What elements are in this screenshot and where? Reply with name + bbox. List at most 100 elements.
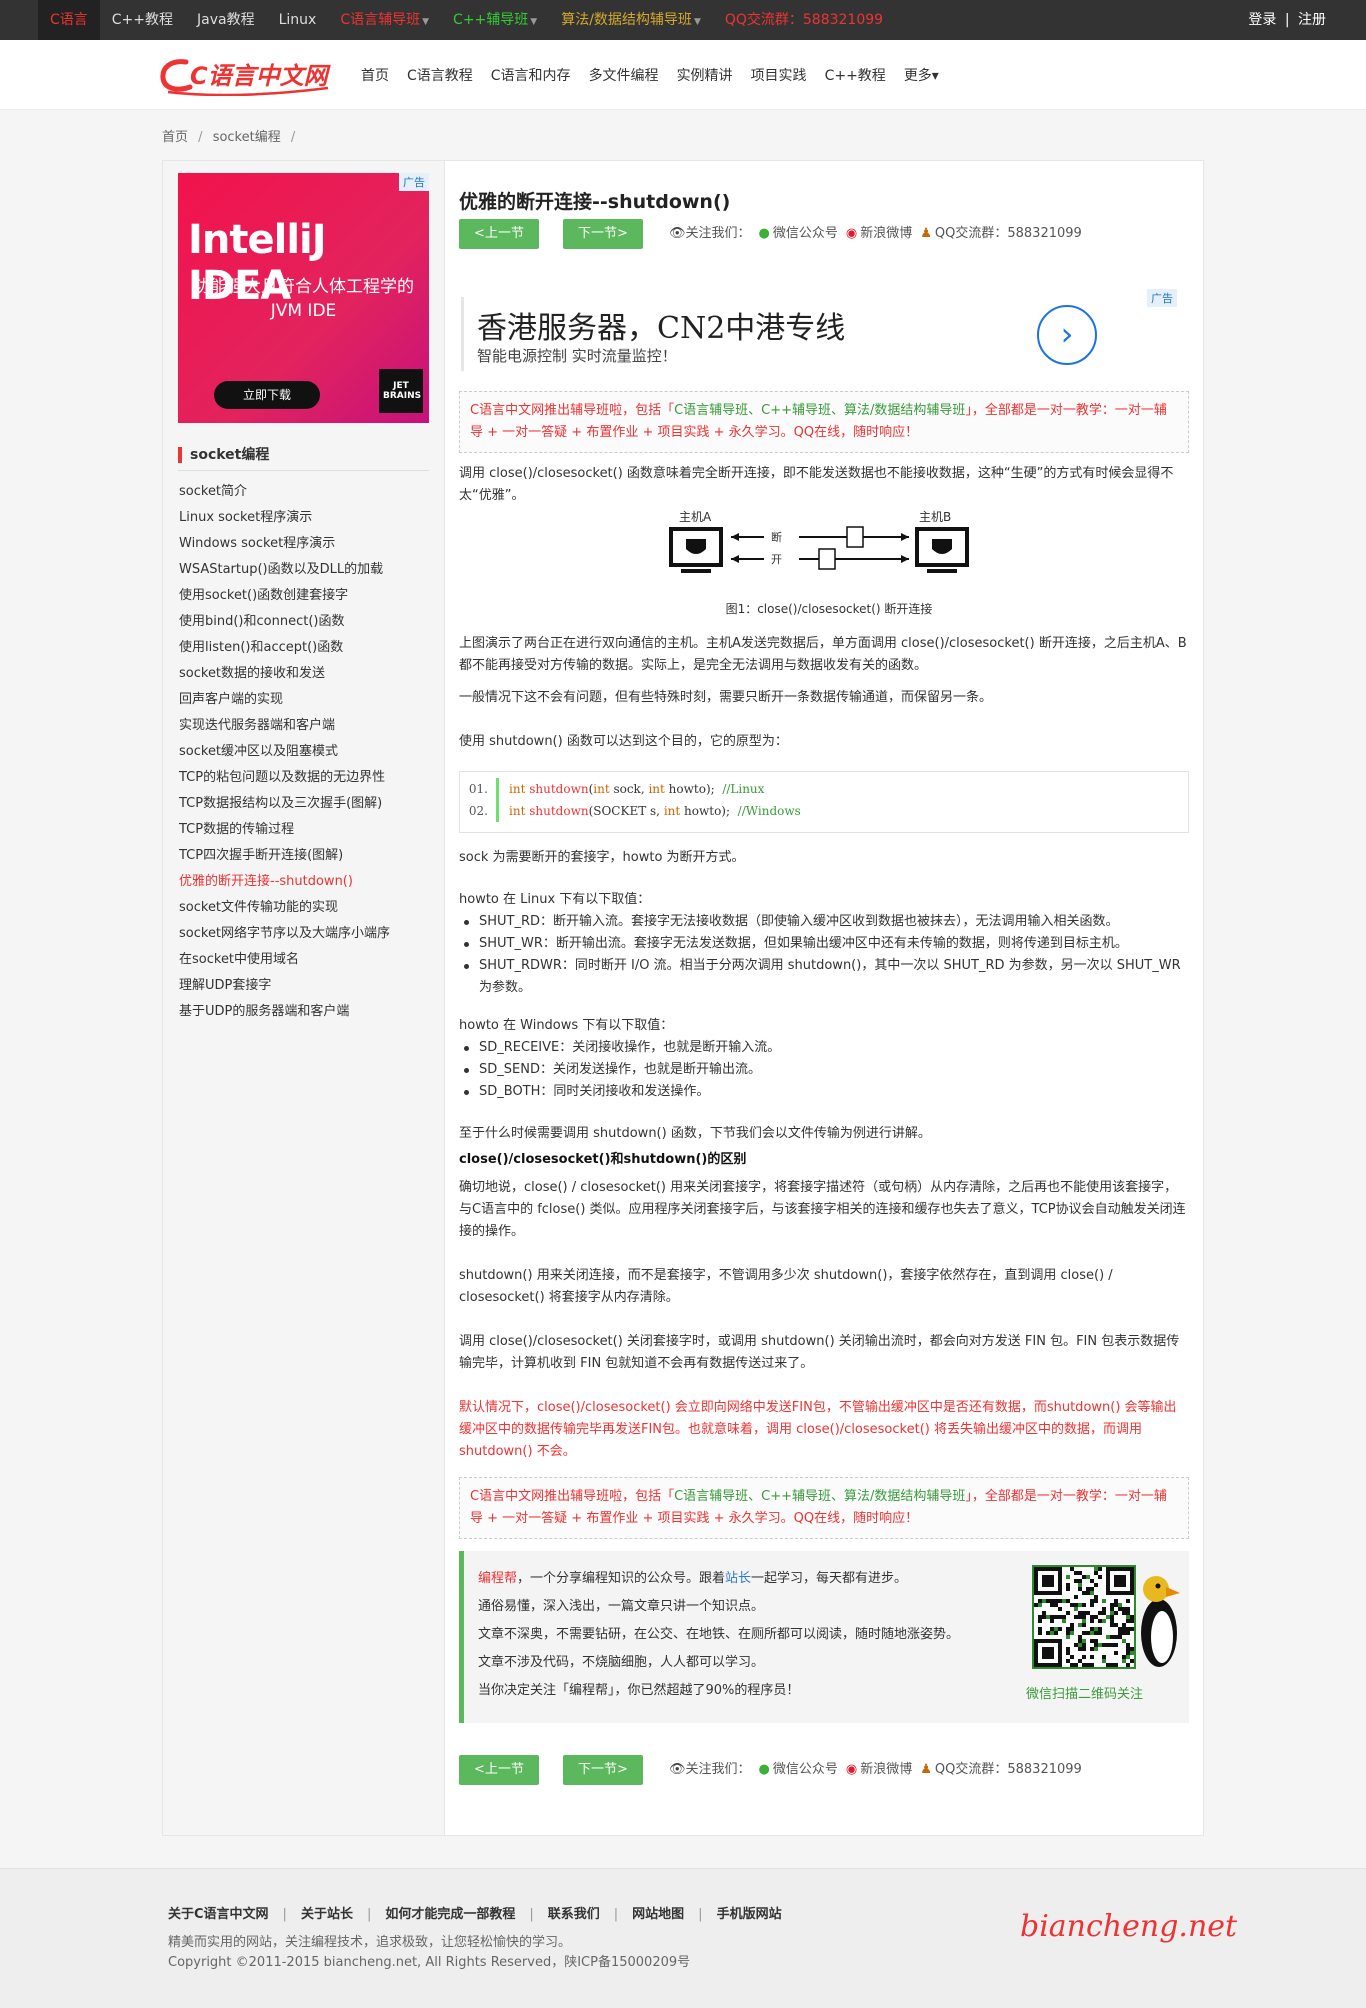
qr-module	[1042, 1615, 1046, 1619]
nav-examples[interactable]: 实例精讲	[668, 65, 742, 85]
sidebar-item[interactable]: socket数据的接收和发送	[179, 661, 439, 687]
sidebar-item[interactable]: Windows socket程序演示	[179, 531, 439, 557]
topbar-item-label: C++辅导班	[453, 12, 529, 28]
nav-home[interactable]: 首页	[352, 65, 398, 85]
footer-link[interactable]: 手机版网站	[717, 1907, 782, 1922]
qq-group-link[interactable]: QQ交流群：588321099	[935, 226, 1082, 241]
topbar-item-java[interactable]: Java教程	[185, 0, 267, 40]
nav-multifile[interactable]: 多文件编程	[580, 65, 668, 85]
register-link[interactable]: 注册	[1298, 12, 1326, 28]
top-banner-ad[interactable]: 香港服务器，CN2中港专线 智能电源控制 实时流量监控！ › 广告	[461, 289, 1187, 379]
line-number: 01.	[468, 782, 488, 796]
qr-module	[1050, 1603, 1054, 1607]
qr-module	[1122, 1607, 1126, 1611]
notice-link[interactable]: C语言辅导班、C++辅导班、算法/数据结构辅导班	[674, 1489, 965, 1504]
sidebar-item[interactable]: TCP数据的传输过程	[179, 817, 439, 843]
qq-group-link[interactable]: QQ交流群：588321099	[935, 1762, 1082, 1777]
wechat-link[interactable]: 微信公众号	[773, 1762, 838, 1777]
follow-bar: 👁关注我们： ● 微信公众号 ◉ 新浪微博 ♟ QQ交流群：588321099	[669, 219, 1082, 249]
article-title: 优雅的断开连接--shutdown()	[459, 191, 731, 213]
qr-module	[1098, 1643, 1102, 1647]
topbar-item-algo-class[interactable]: 算法/数据结构辅导班 ▼	[549, 0, 713, 40]
ad-download-button[interactable]: 立即下载	[214, 381, 320, 409]
topbar-item-c-class[interactable]: C语言辅导班 ▼	[328, 0, 441, 40]
notice-link[interactable]: C语言辅导班、C++辅导班、算法/数据结构辅导班	[674, 403, 965, 418]
qr-module	[1082, 1639, 1086, 1643]
sidebar-item[interactable]: WSAStartup()函数以及DLL的加载	[179, 557, 439, 583]
sidebar-item[interactable]: Linux socket程序演示	[179, 505, 439, 531]
code-token: int	[648, 782, 665, 796]
wechat-link[interactable]: 微信公众号	[773, 226, 838, 241]
breadcrumb-home[interactable]: 首页	[162, 130, 188, 145]
sidebar-item[interactable]: 使用listen()和accept()函数	[179, 635, 439, 661]
promo-admin-link[interactable]: 站长	[725, 1571, 751, 1586]
sidebar-item[interactable]: 使用bind()和connect()函数	[179, 609, 439, 635]
weibo-link[interactable]: 新浪微博	[860, 226, 912, 241]
next-button[interactable]: 下一节>	[563, 1755, 643, 1785]
qr-module	[1078, 1611, 1082, 1615]
footer-link[interactable]: 联系我们	[548, 1907, 600, 1922]
list-item: SD_BOTH：同时关闭接收和发送操作。	[459, 1081, 1189, 1103]
qr-module	[1126, 1619, 1130, 1623]
nav-projects[interactable]: 项目实践	[742, 65, 816, 85]
footer-link[interactable]: 关于C语言中文网	[168, 1907, 269, 1922]
qr-module	[1074, 1615, 1078, 1619]
nav-c-memory[interactable]: C语言和内存	[482, 65, 580, 85]
qr-module	[1078, 1623, 1082, 1627]
login-link[interactable]: 登录	[1248, 12, 1276, 28]
sidebar-item[interactable]: 基于UDP的服务器端和客户端	[179, 999, 439, 1025]
qr-module	[1086, 1587, 1090, 1591]
site-logo[interactable]: C语言中文网	[160, 54, 332, 96]
topbar-item-cpp[interactable]: C++教程	[100, 0, 185, 40]
breadcrumb-section[interactable]: socket编程	[213, 130, 281, 145]
chevron-right-icon[interactable]: ›	[1037, 305, 1097, 365]
sidebar-item[interactable]: 实现迭代服务器端和客户端	[179, 713, 439, 739]
list-item: SD_RECEIVE：关闭接收操作，也就是断开输入流。	[459, 1037, 1189, 1059]
sidebar-item-current[interactable]: 优雅的断开连接--shutdown()	[179, 869, 439, 895]
prev-button[interactable]: <上一节	[459, 219, 539, 249]
promo-brand-link[interactable]: 编程帮	[478, 1571, 517, 1586]
prev-button[interactable]: <上一节	[459, 1755, 539, 1785]
sidebar-item[interactable]: 使用socket()函数创建套接字	[179, 583, 439, 609]
disconnect-figure: 主机A 主机B 断 开 图1：close()/closesocket() 断开连…	[669, 510, 969, 616]
footer-link[interactable]: 关于站长	[301, 1907, 353, 1922]
qr-module	[1122, 1639, 1126, 1643]
code-token: int	[509, 804, 526, 818]
sidebar-item[interactable]: 理解UDP套接字	[179, 973, 439, 999]
qr-module	[1114, 1651, 1118, 1655]
qr-module	[1066, 1651, 1070, 1655]
footer-link[interactable]: 如何才能完成一部教程	[385, 1907, 515, 1922]
sidebar-item[interactable]: socket缓冲区以及阻塞模式	[179, 739, 439, 765]
qr-module	[1102, 1611, 1106, 1615]
topbar-item-c[interactable]: C语言	[38, 0, 100, 40]
paragraph: shutdown() 用来关闭连接，而不是套接字，不管调用多少次 shutdow…	[459, 1268, 1113, 1305]
qr-module	[1130, 1659, 1134, 1663]
sidebar-ad[interactable]: 广告 IntelliJ IDEA 功能强大且符合人体工程学的 JVM IDE 立即…	[178, 173, 429, 423]
sidebar-item[interactable]: TCP四次握手断开连接(图解)	[179, 843, 439, 869]
footer-brand-logo: biancheng.net	[1020, 1909, 1238, 1944]
qr-module	[1054, 1599, 1058, 1603]
qr-module	[1062, 1615, 1066, 1619]
qr-module	[1058, 1627, 1062, 1631]
code-token: int	[509, 782, 526, 796]
next-button[interactable]: 下一节>	[563, 219, 643, 249]
sidebar-item[interactable]: 回声客户端的实现	[179, 687, 439, 713]
nav-cpp-tutorial[interactable]: C++教程	[816, 65, 895, 85]
code-token: shutdown	[529, 804, 589, 818]
sidebar-item[interactable]: TCP数据报结构以及三次握手(图解)	[179, 791, 439, 817]
qr-module	[1090, 1591, 1094, 1595]
sidebar-item[interactable]: TCP的粘包问题以及数据的无边界性	[179, 765, 439, 791]
sidebar-item[interactable]: 在socket中使用域名	[179, 947, 439, 973]
topbar-item-qq-group[interactable]: QQ交流群：588321099	[713, 0, 895, 40]
paragraph: 至于什么时候需要调用 shutdown() 函数，下节我们会以文件传输为例进行讲…	[459, 1126, 931, 1141]
nav-more[interactable]: 更多▾	[895, 65, 948, 85]
nav-c-tutorial[interactable]: C语言教程	[398, 65, 482, 85]
footer-link[interactable]: 网站地图	[632, 1907, 684, 1922]
sidebar-item[interactable]: socket文件传输功能的实现	[179, 895, 439, 921]
topbar-item-cpp-class[interactable]: C++辅导班 ▼	[441, 0, 549, 40]
qr-module	[1126, 1655, 1130, 1659]
sidebar-item[interactable]: socket网络字节序以及大端序小端序	[179, 921, 439, 947]
sidebar-item[interactable]: socket简介	[179, 479, 439, 505]
topbar-item-linux[interactable]: Linux	[267, 0, 329, 40]
weibo-link[interactable]: 新浪微博	[860, 1762, 912, 1777]
